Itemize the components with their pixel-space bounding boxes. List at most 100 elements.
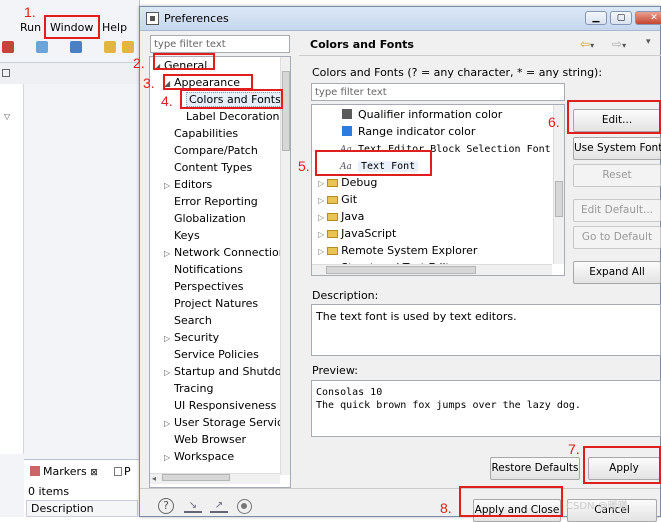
tree-item[interactable]: Content Types: [164, 161, 252, 175]
explorer-pane: ▽: [0, 84, 24, 454]
collapsed-arrow-icon[interactable]: ▷: [164, 179, 174, 193]
description-column-header[interactable]: Description: [26, 500, 138, 517]
font-category-item[interactable]: ▷ Debug: [318, 176, 377, 191]
tree-item[interactable]: Perspectives: [164, 280, 243, 294]
tree-item[interactable]: Search: [164, 314, 212, 328]
open-folder-icon[interactable]: [104, 41, 116, 53]
filter-input[interactable]: type filter text: [150, 35, 290, 53]
second-tab[interactable]: P: [114, 465, 131, 478]
collapsed-arrow-icon[interactable]: ▷: [318, 179, 324, 188]
font-category-item[interactable]: ▷ JavaScript: [318, 227, 396, 242]
tree-item[interactable]: ▷ Workspace: [164, 450, 234, 465]
collapsed-arrow-icon[interactable]: ▷: [318, 196, 324, 205]
tree-item[interactable]: ▷ Network Connections: [164, 246, 290, 261]
minimize-button[interactable]: ▁: [585, 11, 607, 25]
tree-item-label: Startup and Shutdown: [174, 365, 291, 378]
tree-item[interactable]: Globalization: [164, 212, 246, 226]
maximize-button[interactable]: ▢: [610, 11, 632, 25]
tree-item[interactable]: ▷ Startup and Shutdown: [164, 365, 291, 380]
folder-icon: [327, 230, 339, 238]
tree-item[interactable]: ▷ Security: [164, 331, 219, 346]
description-text: The text font is used by text editors.: [316, 310, 517, 323]
tree-item[interactable]: ▷ Editors: [164, 178, 212, 193]
tree-item[interactable]: Capabilities: [164, 127, 238, 141]
step4-highlight: [180, 89, 283, 109]
tree-item-label: Service Policies: [174, 348, 259, 361]
tree-item-label: Project Natures: [174, 297, 259, 310]
tree-item[interactable]: Notifications: [164, 263, 243, 277]
close-icon[interactable]: ⊠: [90, 468, 98, 478]
tree-item[interactable]: Compare/Patch: [164, 144, 258, 158]
tree-item-label: Web Browser: [174, 433, 247, 446]
tree-item[interactable]: Service Policies: [164, 348, 259, 362]
preferences-icon: [146, 12, 159, 25]
fonts-hscroll-thumb[interactable]: [326, 266, 476, 274]
tree-hscroll-thumb[interactable]: [162, 474, 231, 481]
collapsed-arrow-icon[interactable]: ▷: [318, 213, 324, 222]
collapsed-arrow-icon[interactable]: ▷: [164, 332, 174, 346]
font-item-label: JavaScript: [341, 227, 397, 240]
font-setting-item[interactable]: Range indicator color: [342, 125, 475, 139]
font-item-label: Git: [341, 193, 358, 206]
font-category-item[interactable]: ▷ Remote System Explorer: [318, 244, 477, 259]
restore-defaults-button[interactable]: Restore Defaults: [490, 457, 580, 480]
tree-item[interactable]: Keys: [164, 229, 200, 243]
tree-item[interactable]: Error Reporting: [164, 195, 258, 209]
font-category-item[interactable]: ▷ Java: [318, 210, 364, 225]
markers-tab[interactable]: Markers ⊠: [30, 465, 98, 478]
close-button[interactable]: ✕: [635, 11, 661, 25]
font-category-item[interactable]: ▷ Git: [318, 193, 357, 208]
menu-help[interactable]: Help: [102, 21, 127, 34]
reset-button[interactable]: Reset: [573, 164, 661, 187]
collapsed-arrow-icon[interactable]: ▷: [164, 451, 174, 465]
view-menu-icon[interactable]: ▽: [4, 112, 10, 121]
tree-item[interactable]: Project Natures: [164, 297, 258, 311]
forward-icon[interactable]: ⇨▾: [612, 37, 626, 51]
tree-item[interactable]: UI Responsiveness: [164, 399, 276, 413]
export-icon[interactable]: ↗: [210, 500, 228, 513]
collapsed-arrow-icon[interactable]: ▷: [318, 247, 324, 256]
help-icon[interactable]: ?: [158, 498, 174, 514]
fonts-hscroll[interactable]: [312, 264, 552, 275]
external-tools-icon[interactable]: [70, 41, 82, 53]
step5-number: 5.: [298, 158, 310, 174]
instructions-label: Colors and Fonts (? = any character, * =…: [312, 66, 603, 79]
font-setting-item[interactable]: Qualifier information color: [342, 108, 502, 122]
fonts-vscroll-thumb[interactable]: [555, 181, 563, 217]
collapsed-arrow-icon[interactable]: ▷: [164, 366, 174, 380]
preference-tree: ◢ General ◢ Appearance Colors and Fonts Label…: [149, 56, 291, 488]
fonts-filter-input[interactable]: type filter text: [311, 83, 565, 101]
preview-label: Preview:: [312, 364, 358, 377]
open-type-icon[interactable]: [122, 41, 134, 53]
tree-item[interactable]: ▷ User Storage Service: [164, 416, 290, 431]
debug-icon[interactable]: [2, 41, 14, 53]
expand-all-button[interactable]: Expand All: [573, 261, 661, 284]
minimize-view-icon[interactable]: [2, 69, 10, 77]
import-icon[interactable]: ↘: [184, 500, 202, 513]
menu-cover: [0, 18, 18, 38]
tree-hscroll[interactable]: ◂: [150, 473, 280, 484]
tree-vscroll[interactable]: [280, 57, 290, 475]
back-icon[interactable]: ⇦▾: [580, 37, 594, 51]
collapsed-arrow-icon[interactable]: ▷: [164, 247, 174, 261]
preview-font-name: Consolas 10: [316, 387, 383, 398]
tree-item[interactable]: Web Browser: [164, 433, 246, 447]
tree-vscroll-thumb[interactable]: [282, 71, 290, 151]
step2-number: 2.: [133, 55, 145, 71]
tree-item-label: Perspectives: [174, 280, 244, 293]
tree-item[interactable]: Label Decorations: [176, 110, 285, 124]
run-icon[interactable]: [36, 41, 48, 53]
record-icon[interactable]: [237, 499, 252, 514]
tree-item[interactable]: Tracing: [164, 382, 213, 396]
view-menu-icon[interactable]: ▾: [646, 37, 651, 47]
tree-item-label: Tracing: [174, 382, 214, 395]
collapsed-arrow-icon[interactable]: ▷: [164, 417, 174, 431]
step8-highlight: [459, 486, 563, 517]
use-system-font-button[interactable]: Use System Font: [573, 137, 661, 160]
collapsed-arrow-icon[interactable]: ▷: [318, 230, 324, 239]
edit-default-button[interactable]: Edit Default...: [573, 199, 661, 222]
menu-run[interactable]: Run: [20, 21, 41, 34]
go-to-default-button[interactable]: Go to Default: [573, 226, 661, 249]
tree-item-label: Content Types: [174, 161, 253, 174]
step1-highlight: [44, 15, 100, 39]
